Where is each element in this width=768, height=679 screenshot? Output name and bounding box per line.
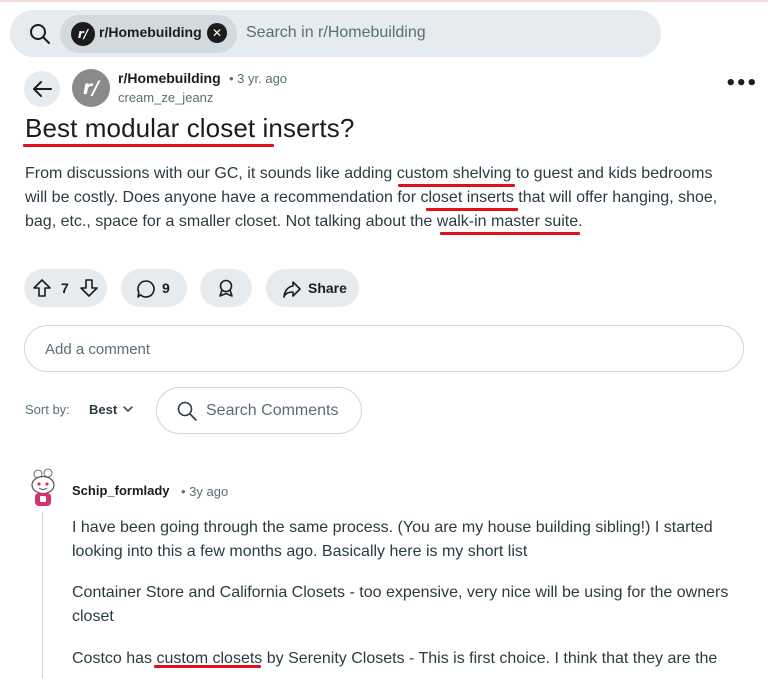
sort-label: Sort by: — [25, 402, 70, 417]
upvote-icon[interactable] — [32, 278, 52, 298]
search-comments-placeholder[interactable]: Search Comments — [206, 402, 339, 420]
post-body-line: From discussions with our GC, it sounds … — [25, 165, 713, 182]
user-avatar[interactable] — [27, 468, 59, 508]
downvote-icon[interactable] — [79, 278, 99, 298]
highlight-underline — [426, 208, 518, 211]
highlight-underline — [398, 184, 515, 187]
comment-count: 9 — [162, 280, 170, 296]
comment-icon — [137, 280, 155, 298]
close-icon[interactable]: ✕ — [207, 23, 227, 43]
chevron-down-icon[interactable] — [122, 404, 134, 414]
subreddit-name[interactable]: r/Homebuilding — [118, 70, 221, 86]
share-label: Share — [308, 280, 347, 296]
comment-text-line: I have been going through the same proce… — [72, 519, 713, 536]
search-input[interactable]: Search in r/Homebuilding — [246, 24, 426, 42]
vote-count: 7 — [61, 280, 69, 296]
back-arrow-icon — [33, 81, 52, 97]
comment-author[interactable]: Schip_formlady — [72, 483, 170, 498]
top-border — [0, 0, 768, 2]
comment-text-line: looking into this a few months ago. Basi… — [72, 543, 528, 560]
back-button[interactable] — [24, 71, 60, 107]
comment-text-line: Container Store and California Closets -… — [72, 584, 729, 601]
award-icon — [219, 279, 233, 297]
comment-age: • 3y ago — [181, 484, 229, 499]
search-icon[interactable] — [28, 22, 52, 46]
chip-label: r/Homebuilding — [99, 24, 202, 40]
sort-dropdown[interactable]: Best — [89, 402, 117, 417]
post-author[interactable]: cream_ze_jeanz — [118, 90, 213, 105]
highlight-underline — [440, 232, 580, 235]
comment-text-line: closet — [72, 608, 114, 625]
subreddit-avatar[interactable]: r/ — [72, 69, 110, 107]
add-comment-placeholder[interactable]: Add a comment — [45, 341, 150, 358]
share-icon — [283, 281, 301, 298]
title-underline — [23, 144, 274, 147]
more-icon[interactable]: ••• — [725, 75, 758, 97]
chip-subreddit-avatar: r/ — [71, 22, 95, 46]
highlight-underline — [154, 665, 261, 668]
post-age: • 3 yr. ago — [229, 71, 288, 86]
post-body-line: bag, etc., space for a smaller closet. N… — [25, 213, 583, 230]
post-title: Best modular closet inserts? — [25, 113, 355, 143]
thread-line[interactable] — [42, 512, 43, 679]
search-comments-icon — [177, 401, 197, 421]
post-body-line: will be costly. Does anyone have a recom… — [25, 189, 718, 206]
